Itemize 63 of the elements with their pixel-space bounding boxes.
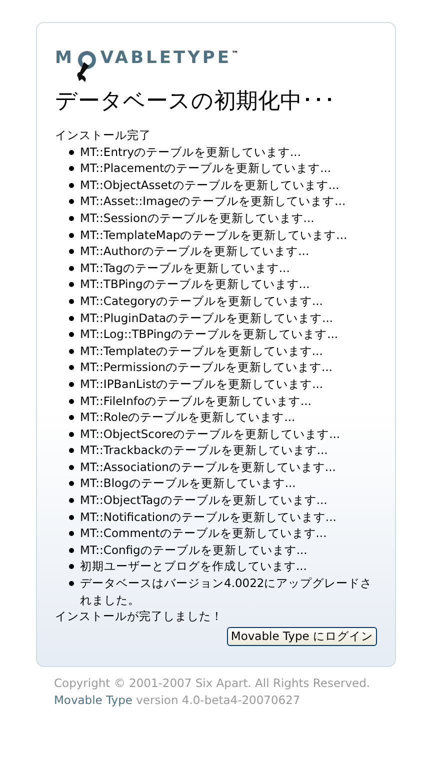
bullet-icon	[69, 348, 74, 354]
bullet-icon	[69, 581, 74, 586]
step-text: MT::Notificationのテーブルを更新しています...	[80, 508, 336, 526]
bullet-icon	[69, 548, 74, 553]
logo-text: M	[55, 47, 74, 69]
bullet-icon	[69, 150, 74, 155]
login-button[interactable]: Movable Type にログイン	[226, 626, 377, 646]
bullet-icon	[69, 365, 74, 370]
step-text: MT::Permissionのテーブルを更新しています...	[80, 359, 332, 376]
bullet-icon	[69, 216, 74, 221]
bullet-icon	[69, 332, 74, 338]
bullet-icon	[69, 464, 74, 470]
step-text: MT::Entryのテーブルを更新しています...	[80, 144, 301, 160]
status-text: インストール完了	[55, 127, 152, 144]
step-text: MT::Blogのテーブルを更新しています...	[80, 475, 296, 492]
step-text: MT::Associationのテーブルを更新しています...	[80, 458, 336, 476]
step-text: MT::Sessionのテーブルを更新しています...	[80, 210, 314, 227]
bullet-icon	[69, 498, 74, 504]
version-text: version 4.0-beta4-20070627	[136, 692, 300, 707]
bullet-icon	[69, 448, 74, 454]
bullet-icon	[69, 232, 74, 238]
step-text: MT::ObjectScoreのテーブルを更新しています...	[80, 426, 340, 442]
step-text: MT::Tagのテーブルを更新しています...	[80, 260, 290, 276]
bullet-icon	[69, 398, 74, 404]
bullet-icon	[69, 266, 74, 271]
step-text: MT::Placementのテーブルを更新しています...	[80, 160, 332, 177]
bullet-icon	[69, 166, 74, 172]
bullet-icon	[69, 249, 74, 254]
step-text: MT::Configのテーブルを更新しています...	[80, 542, 308, 558]
bullet-icon	[69, 514, 74, 520]
bullet-icon	[69, 282, 74, 288]
step-text: MT::ObjectTagのテーブルを更新しています...	[80, 492, 328, 509]
copyright-text: Copyright © 2001-2007 Six Apart. All Rights Reserved.	[54, 674, 372, 692]
step-text: MT::Categoryのテーブルを更新しています...	[80, 292, 323, 310]
bullet-icon	[69, 564, 74, 570]
step-text: MT::Authorのテーブルを更新しています...	[80, 243, 310, 260]
step-text: MT::Trackbackのテーブルを更新しています...	[80, 442, 328, 459]
product-link[interactable]: Movable Type	[54, 692, 132, 707]
step-text: MT::PluginDataのテーブルを更新しています...	[80, 310, 334, 326]
bullet-icon	[69, 531, 74, 536]
bullet-icon	[69, 199, 74, 204]
bullet-icon	[69, 182, 74, 188]
step-text: MT::Asset::Imageのテーブルを更新しています...	[80, 193, 346, 210]
bullet-icon	[69, 316, 74, 321]
step-text: MT::Roleのテーブルを更新しています...	[80, 409, 296, 426]
step-text: MT::TBPingのテーブルを更新しています...	[80, 276, 310, 293]
step-text: MT::IPBanListのテーブルを更新しています...	[80, 376, 324, 392]
step-text: 初期ユーザーとブログを作成しています...	[80, 558, 307, 576]
bullet-icon	[69, 298, 74, 304]
bullet-icon	[69, 481, 74, 486]
step-text: MT::Log::TBPingのテーブルを更新しています...	[80, 326, 338, 343]
step-text: データベースはバージョン4.0022にアップグレードされました。	[80, 575, 374, 608]
step-text: MT::TemplateMapのテーブルを更新しています...	[80, 226, 348, 244]
page-title: データベースの初期化中･･･	[55, 88, 336, 116]
logo-text: VABLETYPE	[100, 47, 232, 69]
status-text: インストールが完了しました！	[55, 608, 224, 625]
step-text: MT::ObjectAssetのテーブルを更新しています...	[80, 176, 340, 194]
bullet-icon	[69, 432, 74, 437]
bullet-icon	[69, 382, 74, 387]
step-text: MT::FileInfoのテーブルを更新しています...	[80, 392, 312, 410]
step-text: MT::Commentのテーブルを更新しています...	[80, 525, 327, 542]
bullet-icon	[69, 415, 74, 420]
step-text: MT::Templateのテーブルを更新しています...	[80, 342, 323, 360]
